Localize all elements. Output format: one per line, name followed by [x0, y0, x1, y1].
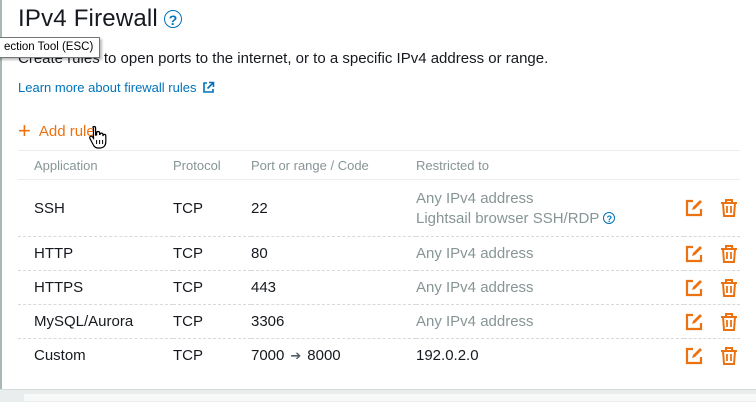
external-link-icon	[203, 81, 215, 93]
cell-application: SSH	[18, 179, 173, 237]
cell-restricted: Any IPv4 address Lightsail browser SSH/R…	[416, 179, 684, 237]
cell-port: 443	[251, 270, 416, 305]
table-header-row: Application Protocol Port or range / Cod…	[18, 150, 740, 180]
scrollbar-track	[24, 394, 756, 401]
hand-pointer-icon	[89, 125, 107, 149]
learn-more-link[interactable]: Learn more about firewall rules	[18, 80, 215, 95]
table-row: SSH TCP 22 Any IPv4 address Lightsail br…	[18, 179, 740, 237]
cell-port: 80	[251, 236, 416, 271]
edit-icon[interactable]	[684, 312, 704, 332]
cell-port: 22	[251, 179, 416, 237]
trash-icon[interactable]	[719, 198, 739, 218]
cell-restricted: Any IPv4 address	[416, 236, 684, 271]
add-rule-button[interactable]: + Add rule	[18, 118, 95, 143]
table-row: HTTP TCP 80 Any IPv4 address	[18, 236, 740, 271]
table-row: MySQL/Aurora TCP 3306 Any IPv4 address	[18, 304, 740, 339]
edit-icon[interactable]	[684, 198, 704, 218]
cell-application: MySQL/Aurora	[18, 304, 173, 339]
cell-restricted: Any IPv4 address	[416, 270, 684, 305]
trash-icon[interactable]	[719, 278, 739, 298]
arrow-right-icon: ➔	[290, 348, 302, 363]
restricted-sub: Lightsail browser SSH/RDP ?	[416, 210, 684, 227]
firewall-rules-table: Application Protocol Port or range / Cod…	[18, 150, 740, 372]
edit-icon[interactable]	[684, 244, 704, 264]
tooltip: ection Tool (ESC)	[0, 37, 101, 58]
trash-icon[interactable]	[719, 312, 739, 332]
cell-port: 3306	[251, 304, 416, 339]
cell-restricted: 192.0.2.0	[416, 347, 479, 364]
help-icon[interactable]: ?	[163, 10, 182, 28]
edit-icon[interactable]	[684, 278, 704, 298]
cell-protocol: TCP	[173, 236, 251, 271]
add-rule-label[interactable]: Add rule	[39, 123, 95, 140]
cell-protocol: TCP	[173, 179, 251, 237]
column-header-restricted[interactable]: Restricted to	[416, 150, 684, 180]
cell-protocol: TCP	[173, 270, 251, 305]
plus-icon: +	[18, 118, 31, 143]
cell-actions	[684, 339, 740, 373]
cell-actions	[684, 270, 740, 305]
cell-protocol: TCP	[173, 347, 203, 364]
cell-port-range: 7000 ➔ 8000	[251, 339, 416, 373]
cell-actions	[684, 179, 740, 237]
cell-actions	[684, 236, 740, 271]
table-row: Custom TCP 7000 ➔ 8000 192.0.2.0	[18, 339, 740, 373]
table-row: HTTPS TCP 443 Any IPv4 address	[18, 270, 740, 305]
column-header-protocol[interactable]: Protocol	[173, 150, 251, 180]
cell-actions	[684, 304, 740, 339]
trash-icon[interactable]	[719, 244, 739, 264]
port-to: 8000	[307, 347, 341, 364]
cell-restricted: Any IPv4 address	[416, 304, 684, 339]
cell-application: Custom	[34, 347, 86, 364]
help-icon[interactable]: ?	[603, 212, 616, 224]
cell-application: HTTP	[18, 236, 173, 271]
restricted-sub-text: Lightsail browser SSH/RDP	[416, 209, 600, 227]
column-header-actions	[684, 150, 740, 180]
left-panel-border	[0, 0, 2, 390]
edit-icon[interactable]	[684, 346, 704, 366]
trash-icon[interactable]	[719, 346, 739, 366]
cell-protocol: TCP	[173, 304, 251, 339]
title-row: IPv4 Firewall ?	[18, 4, 182, 34]
page-title: IPv4 Firewall	[18, 5, 158, 32]
column-header-port[interactable]: Port or range / Code	[251, 150, 416, 180]
restricted-text: Any IPv4 address	[416, 189, 534, 207]
column-header-application[interactable]: Application	[18, 150, 173, 180]
learn-more-label[interactable]: Learn more about firewall rules	[18, 80, 196, 95]
port-from: 7000	[251, 347, 285, 364]
cell-application: HTTPS	[18, 270, 173, 305]
